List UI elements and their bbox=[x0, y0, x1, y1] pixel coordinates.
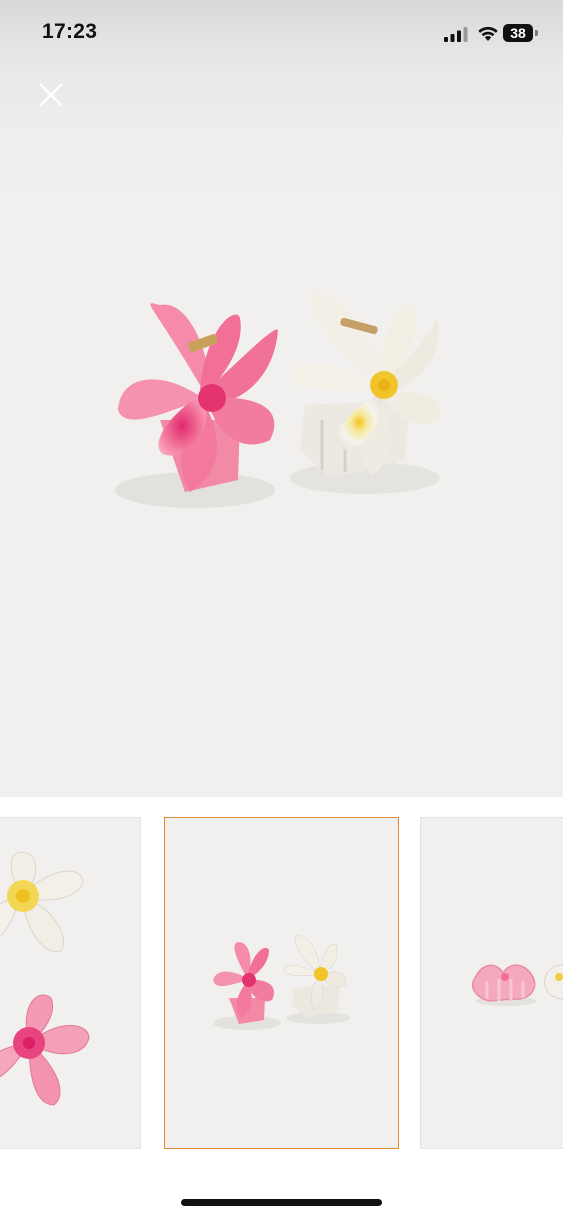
thumbnail-1[interactable] bbox=[0, 817, 141, 1149]
cellular-signal-icon bbox=[444, 27, 468, 42]
thumbnail-3[interactable] bbox=[420, 817, 563, 1149]
thumbnail-2[interactable] bbox=[164, 817, 399, 1149]
battery-tip bbox=[535, 30, 538, 36]
thumbnail-2-image bbox=[213, 934, 350, 1030]
thumbnail-1-image bbox=[0, 851, 90, 1106]
home-indicator[interactable] bbox=[181, 1199, 382, 1206]
thumbnail-strip bbox=[0, 797, 563, 1167]
status-time: 17:23 bbox=[42, 20, 98, 43]
product-main-image[interactable] bbox=[0, 140, 563, 797]
battery-indicator: 38 bbox=[503, 24, 533, 42]
close-button[interactable] bbox=[36, 80, 66, 110]
close-icon bbox=[39, 83, 63, 107]
thumbnail-3-image bbox=[471, 964, 563, 1006]
status-bar: 17:23 38 bbox=[0, 0, 563, 60]
wifi-icon bbox=[478, 26, 498, 41]
